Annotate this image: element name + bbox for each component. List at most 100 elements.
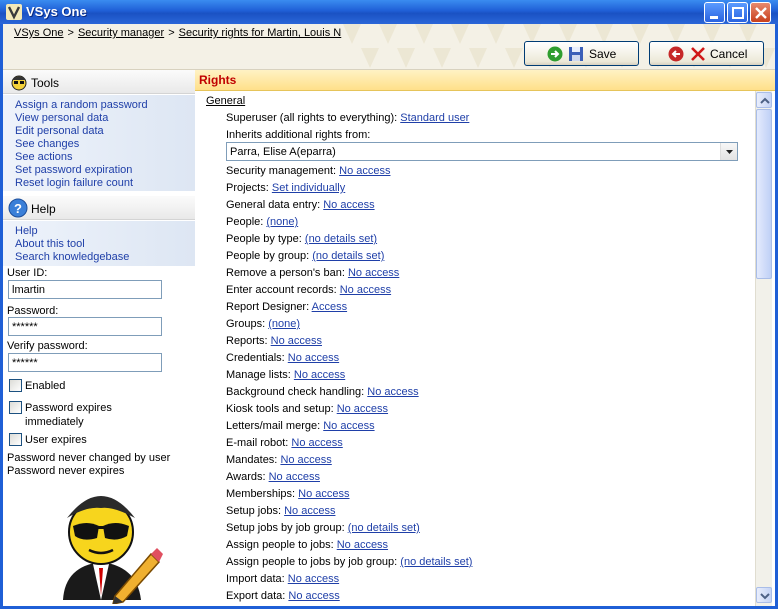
right-value-link[interactable]: No access: [271, 335, 322, 347]
right-row: Projects: Set individually: [226, 182, 345, 194]
verify-password-label: Verify password:: [7, 340, 88, 352]
help-title: Help: [31, 202, 56, 216]
right-value-link[interactable]: No access: [367, 386, 418, 398]
right-row: Assign people to jobs: No access: [226, 539, 388, 551]
tool-see-actions[interactable]: See actions: [15, 151, 195, 164]
right-label: Groups:: [226, 318, 266, 330]
right-row: Credentials: No access: [226, 352, 339, 364]
save-button[interactable]: Save: [524, 41, 639, 66]
right-label: Manage lists:: [226, 369, 291, 381]
right-row: Awards: No access: [226, 471, 320, 483]
right-value-link[interactable]: (no details set): [400, 556, 472, 568]
right-value-link[interactable]: No access: [269, 471, 320, 483]
right-label: Credentials:: [226, 352, 285, 364]
right-value-link[interactable]: (no details set): [348, 522, 420, 534]
user-id-input[interactable]: [8, 280, 162, 299]
breadcrumb-security-manager[interactable]: Security manager: [78, 27, 164, 39]
search-knowledgebase-link[interactable]: Search knowledgebase: [15, 251, 195, 264]
right-row: Security management: No access: [226, 165, 390, 177]
right-label: Memberships:: [226, 488, 296, 500]
breadcrumb-security-rights[interactable]: Security rights for Martin, Louis N: [179, 27, 342, 39]
right-value-link[interactable]: No access: [337, 539, 388, 551]
app-logo-icon: [6, 4, 22, 20]
user-expires-checkbox[interactable]: [9, 433, 22, 446]
tool-assign-random-password[interactable]: Assign a random password: [15, 99, 195, 112]
chevron-up-icon: [760, 97, 770, 104]
right-value-link[interactable]: Access: [312, 301, 347, 313]
left-panel: Tools Assign a random password View pers…: [3, 70, 195, 606]
right-value-link[interactable]: No access: [288, 590, 339, 602]
right-row: E-mail robot: No access: [226, 437, 343, 449]
green-arrow-icon: [547, 46, 563, 62]
right-value-link[interactable]: No access: [339, 165, 390, 177]
right-value-link[interactable]: No access: [298, 488, 349, 500]
right-value-link[interactable]: (no details set): [312, 250, 384, 262]
right-label: General data entry:: [226, 199, 321, 211]
right-value-link[interactable]: Set individually: [272, 182, 345, 194]
minimize-button[interactable]: [704, 2, 725, 23]
about-tool-link[interactable]: About this tool: [15, 238, 195, 251]
password-label: Password:: [7, 305, 59, 317]
enabled-checkbox[interactable]: [9, 379, 22, 392]
password-expires-checkbox[interactable]: [9, 401, 22, 414]
right-label: People:: [226, 216, 264, 228]
right-value-link[interactable]: No access: [280, 454, 331, 466]
right-value-link[interactable]: No access: [337, 403, 388, 415]
enabled-label: Enabled: [25, 380, 66, 392]
right-value-link[interactable]: No access: [340, 284, 391, 296]
right-label: Setup jobs:: [226, 505, 282, 517]
right-row: People by type: (no details set): [226, 233, 377, 245]
tool-see-changes[interactable]: See changes: [15, 138, 195, 151]
right-label: E-mail robot:: [226, 437, 289, 449]
right-row: Groups: (none): [226, 318, 300, 330]
right-value-link[interactable]: No access: [291, 437, 342, 449]
right-value-link[interactable]: No access: [284, 505, 335, 517]
close-window-button[interactable]: [750, 2, 771, 23]
inherits-select[interactable]: Parra, Elise A(eparra): [226, 142, 738, 161]
password-input[interactable]: [8, 317, 162, 336]
tool-view-personal-data[interactable]: View personal data: [15, 112, 195, 125]
right-value-link[interactable]: (no details set): [305, 233, 377, 245]
breadcrumb-vsys-one[interactable]: VSys One: [14, 27, 64, 39]
right-value-link[interactable]: (none): [266, 216, 298, 228]
save-label: Save: [589, 47, 617, 61]
right-value-link[interactable]: No access: [323, 420, 374, 432]
superuser-value[interactable]: Standard user: [400, 112, 469, 124]
scroll-down-button[interactable]: [756, 587, 772, 603]
right-value-link[interactable]: (none): [268, 318, 300, 330]
right-row: Background check handling: No access: [226, 386, 419, 398]
right-label: Assign people to jobs by job group:: [226, 556, 398, 568]
right-row: Letters/mail merge: No access: [226, 420, 375, 432]
rights-scrollbar[interactable]: [755, 91, 772, 606]
password-expiry-status: Password never expires: [7, 465, 125, 477]
x-icon: [691, 47, 705, 61]
dropdown-button[interactable]: [720, 143, 737, 160]
right-label: Import data:: [226, 573, 285, 585]
right-value-link[interactable]: No access: [294, 369, 345, 381]
right-value-link[interactable]: No access: [348, 267, 399, 279]
general-section-link[interactable]: General: [206, 95, 245, 107]
right-value-link[interactable]: No access: [323, 199, 374, 211]
chevron-down-icon: [760, 593, 770, 600]
right-label: People by group:: [226, 250, 310, 262]
right-row: People by group: (no details set): [226, 250, 384, 262]
user-expires-label: User expires: [25, 434, 87, 446]
scroll-thumb[interactable]: [756, 109, 772, 279]
tool-set-password-expiration[interactable]: Set password expiration: [15, 164, 195, 177]
inherits-value: Parra, Elise A(eparra): [230, 146, 336, 158]
right-value-link[interactable]: No access: [288, 573, 339, 585]
right-value-link[interactable]: No access: [288, 352, 339, 364]
help-list: Help About this tool Search knowledgebas…: [3, 221, 195, 266]
help-link[interactable]: Help: [15, 225, 195, 238]
inherits-label: Inherits additional rights from:: [226, 129, 371, 141]
scroll-up-button[interactable]: [756, 92, 772, 108]
right-label: Setup jobs by job group:: [226, 522, 345, 534]
verify-password-input[interactable]: [8, 353, 162, 372]
cancel-button[interactable]: Cancel: [649, 41, 764, 66]
user-id-label: User ID:: [7, 267, 48, 279]
tool-edit-personal-data[interactable]: Edit personal data: [15, 125, 195, 138]
tool-reset-login-failure-count[interactable]: Reset login failure count: [15, 177, 195, 190]
right-label: Assign people to jobs:: [226, 539, 334, 551]
maximize-button[interactable]: [727, 2, 748, 23]
floppy-disk-icon: [569, 47, 583, 61]
